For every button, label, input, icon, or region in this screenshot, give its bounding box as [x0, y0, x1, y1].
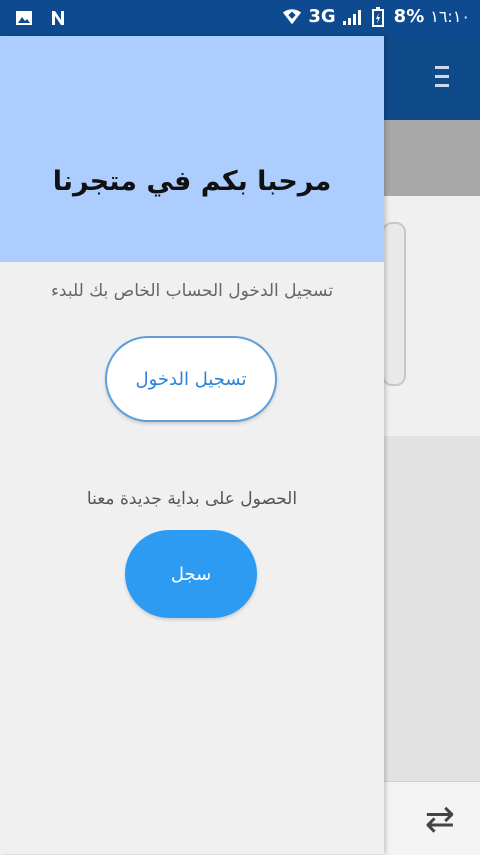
navigation-drawer: مرحبا بكم في متجرنا تسجيل الدخول الحساب … [0, 36, 384, 854]
network-type: 3G [308, 6, 336, 27]
wifi-icon [282, 7, 302, 27]
login-button[interactable]: تسجيل الدخول [105, 336, 277, 422]
clock: ١٦:١٠ [430, 7, 470, 26]
status-bar: 3G 8% ١٦:١٠ [0, 0, 480, 36]
battery-charging-icon [368, 6, 388, 27]
product-image[interactable] [382, 222, 406, 386]
login-prompt: تسجيل الدخول الحساب الخاص بك للبدء [50, 281, 334, 301]
drawer-header: مرحبا بكم في متجرنا [0, 36, 384, 262]
n-notification-icon [48, 8, 68, 28]
battery-percent: 8% [393, 6, 425, 27]
image-icon [14, 8, 34, 28]
welcome-title: مرحبا بكم في متجرنا [52, 166, 332, 197]
signal-icon [342, 7, 362, 27]
signup-prompt: الحصول على بداية جديدة معنا [86, 489, 298, 509]
signup-button[interactable]: سجل [125, 530, 257, 618]
menu-icon[interactable] [432, 60, 452, 94]
swap-arrows-icon[interactable]: ⇄ [420, 800, 460, 840]
